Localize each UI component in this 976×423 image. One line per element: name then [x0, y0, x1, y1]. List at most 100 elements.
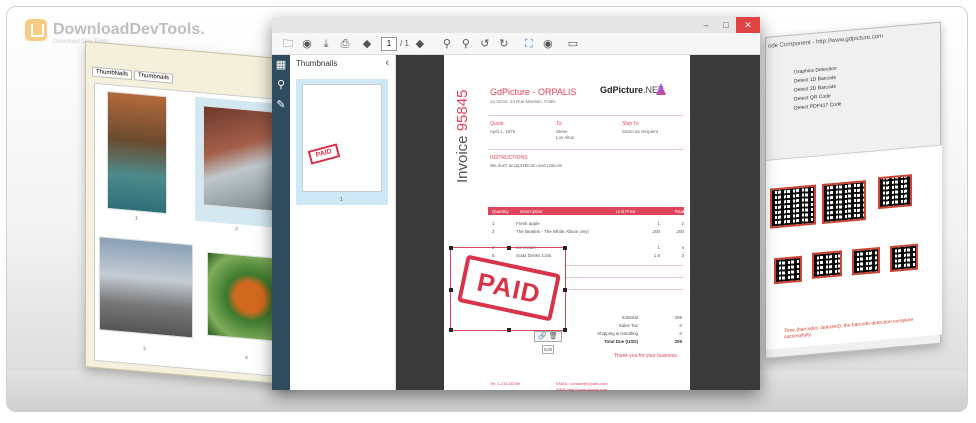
document-viewer[interactable]: Invoice 95845 GdPicture - ORPALIS 1a Vic… [396, 55, 760, 392]
stamp-edit-button[interactable]: Edit [542, 345, 554, 354]
header-quantity: Quantity [492, 208, 509, 214]
thumbnail-paid-stamp: PAID [307, 143, 341, 165]
divider [488, 149, 684, 150]
open-folder-icon[interactable]: 🗀 [280, 36, 296, 52]
thumbnails-grid-icon[interactable]: ▦ [272, 55, 290, 75]
qr-code [890, 243, 918, 273]
to-name: Steve [556, 129, 568, 134]
resize-handle[interactable] [563, 288, 567, 292]
toolbar: 🗀 ◉ ⤓ ⎙ ◆ 1 / 1 ◆ ⚲ ⚲ ↺ ↻ ⛶ ◉ ▭ [272, 33, 760, 55]
barcode-address: ode Component - http://www.gdpicture.com [768, 33, 884, 50]
window-controls: – □ ✕ [696, 17, 760, 33]
thumbnails-panel: Thumbnails ‹ PAID 1 [290, 55, 396, 390]
total-due-label: Total Due (USD) [604, 339, 638, 344]
fit-page-icon[interactable]: ⛶ [521, 36, 537, 52]
qr-code [774, 255, 802, 285]
header-total: Total [674, 208, 684, 214]
shipping-value: 0 [679, 331, 682, 336]
resize-handle[interactable] [507, 328, 511, 332]
subtotal-label: Subtotal [621, 315, 638, 320]
company-address: 1a Victor, 14 Rue Manitan, Fratis [490, 99, 556, 104]
minimize-button[interactable]: – [696, 17, 716, 33]
header-unit-price: Unit Price [616, 208, 636, 214]
invoice-word: Invoice [454, 135, 471, 183]
resize-handle[interactable] [563, 328, 567, 332]
paid-stamp: PAID [457, 254, 561, 322]
collapse-panel-icon[interactable]: ‹ [385, 57, 389, 69]
qr-code [822, 180, 866, 225]
page-total: / 1 [400, 39, 409, 48]
search-icon[interactable]: ⚲ [272, 75, 290, 95]
eye-icon[interactable]: ◉ [540, 36, 556, 52]
zoom-in-icon[interactable]: ⚲ [439, 36, 455, 52]
stamp-tools[interactable]: 🔗 🗑 [534, 331, 562, 342]
qr-code [852, 246, 880, 276]
photo-venice-canal[interactable] [107, 90, 167, 215]
caption-3: 3 [143, 346, 146, 353]
page-number-input[interactable]: 1 [381, 36, 397, 51]
maximize-button[interactable]: □ [716, 17, 736, 33]
close-button[interactable]: ✕ [736, 17, 760, 33]
annotate-icon[interactable]: ✎ [272, 95, 290, 115]
quote-label: Quote [490, 121, 504, 127]
watermark-logo-icon [25, 19, 47, 41]
subtotal-value: 209 [674, 315, 682, 320]
thumbnail-grid: 1 2 3 4 [94, 82, 290, 378]
barcode-options: Graphics Detection Detect 1D Barcode Det… [794, 57, 934, 114]
invoice-page: Invoice 95845 GdPicture - ORPALIS 1a Vic… [444, 55, 690, 392]
resize-handle[interactable] [449, 288, 453, 292]
header-description: Description [520, 208, 543, 214]
print-icon[interactable]: ⎙ [337, 36, 353, 52]
table-row: 2 The Beatles - The White Album vinyl 20… [492, 229, 684, 234]
divider [564, 289, 684, 290]
watermark: DownloadDevTools. Download Dev Tools [25, 19, 205, 45]
sidebar: ▦ ⚲ ✎ [272, 55, 290, 390]
qr-code [770, 184, 816, 229]
footer-email: EMAIL: contact@orpalis.com [556, 381, 608, 386]
brand-name: GdPicture.NET [600, 85, 664, 95]
caption-2: 2 [235, 226, 238, 233]
left-tab-2[interactable]: Thumbnails [134, 70, 174, 84]
resize-handle[interactable] [507, 246, 511, 250]
resize-handle[interactable] [449, 246, 453, 250]
page-thumbnail-1[interactable]: PAID 1 [296, 79, 388, 205]
resize-handle[interactable] [449, 328, 453, 332]
total-due-value: 209 [674, 339, 682, 344]
items-table-header: Quantity Description Unit Price Total [488, 207, 684, 215]
thumbnail-viewer-window: ThumbNails Thumbnails 1 2 3 4 [85, 41, 295, 386]
tax-value: 0 [679, 323, 682, 328]
divider [488, 115, 684, 116]
divider [564, 277, 684, 278]
thumbnail-page-preview: PAID [302, 84, 382, 192]
divider [564, 265, 684, 266]
rotate-right-icon[interactable]: ↻ [496, 36, 512, 52]
thank-you-note: Thank you for your business [614, 353, 677, 359]
photo-street-buildings[interactable] [203, 105, 273, 212]
caption-1: 1 [135, 215, 138, 222]
view-mode-icon[interactable]: ▭ [565, 36, 581, 52]
instructions-label: INSTRUCTIONS [490, 155, 528, 161]
photo-city-skyline[interactable] [99, 236, 193, 339]
caption-4: 4 [245, 354, 248, 362]
quote-date: April 1, 1976 [490, 129, 516, 134]
footer-web: WEB: http://www.orpalis.com [556, 387, 608, 392]
next-page-icon[interactable]: ◆ [412, 36, 428, 52]
rotate-left-icon[interactable]: ↺ [477, 36, 493, 52]
zoom-out-icon[interactable]: ⚲ [458, 36, 474, 52]
download-icon[interactable]: ⤓ [318, 36, 334, 52]
previous-page-icon[interactable]: ◆ [356, 36, 378, 52]
resize-handle[interactable] [563, 246, 567, 250]
globe-icon[interactable]: ◉ [299, 36, 315, 52]
company-name: GdPicture - ORPALIS [490, 87, 577, 97]
pdf-viewer-window: – □ ✕ 🗀 ◉ ⤓ ⎙ ◆ 1 / 1 ◆ ⚲ ⚲ ↺ ↻ ⛶ ◉ ▭ ▦ … [272, 17, 760, 392]
thumbnail-page-number: 1 [340, 197, 343, 203]
invoice-number: 95845 [454, 89, 471, 132]
to-label: To: [556, 121, 563, 127]
thumbnails-title: Thumbnails [296, 59, 338, 68]
left-tab-1[interactable]: ThumbNails [92, 66, 133, 81]
paid-stamp-selection[interactable]: PAID [449, 246, 567, 332]
ship-to-label: Ship To [622, 121, 639, 127]
title-bar[interactable]: – □ ✕ [272, 17, 760, 33]
watermark-title: DownloadDevTools. [53, 21, 205, 38]
tax-label: Sales Tax [618, 323, 638, 328]
